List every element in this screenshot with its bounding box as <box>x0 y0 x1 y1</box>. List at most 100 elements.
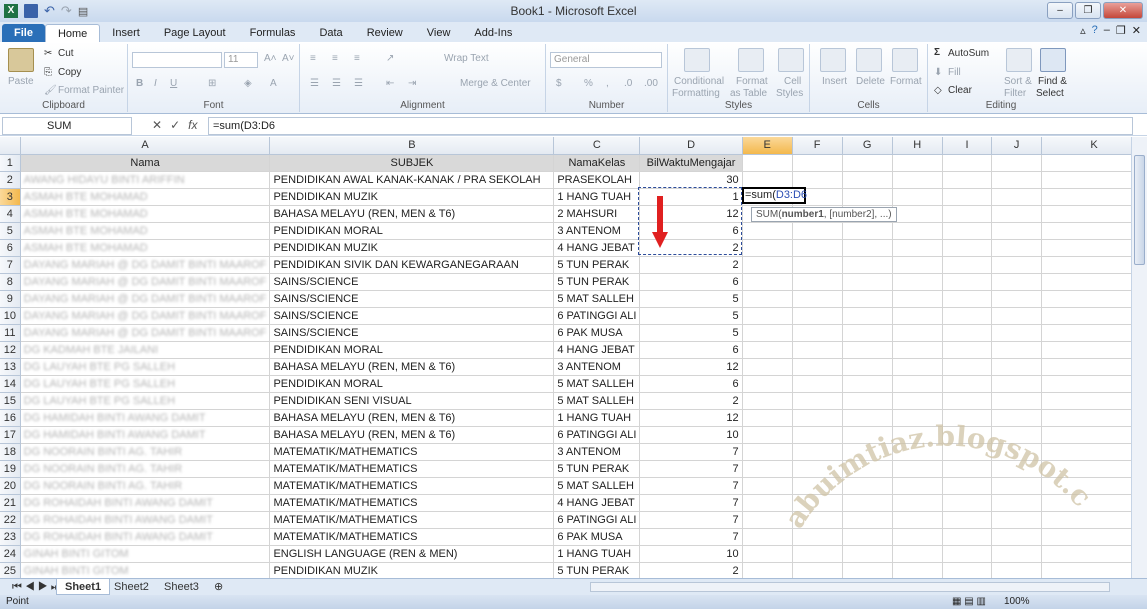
paste-icon[interactable] <box>8 48 34 72</box>
cell-empty[interactable] <box>991 154 1043 172</box>
cell-empty[interactable] <box>892 511 943 529</box>
cell-bilwaktu[interactable]: 6 <box>639 341 743 359</box>
cell-nama[interactable]: DG LAUYAH BTE PG SALLEH <box>20 358 271 376</box>
cell-empty[interactable] <box>842 460 893 478</box>
wrap-text-button[interactable]: Wrap Text <box>444 53 489 64</box>
cell-empty[interactable] <box>742 562 793 580</box>
cell-nama[interactable]: DG KADMAH BTE JAILANI <box>20 341 271 359</box>
cell-empty[interactable] <box>792 528 843 546</box>
cell-bilwaktu[interactable]: 2 <box>639 256 743 274</box>
cell-empty[interactable] <box>942 256 993 274</box>
cell-empty[interactable] <box>942 562 993 580</box>
cell-empty[interactable] <box>842 188 893 206</box>
minimize-button[interactable]: – <box>1047 2 1073 19</box>
cell-namakelas[interactable]: 4 HANG JEBAT <box>553 341 641 359</box>
cell-bilwaktu[interactable]: 7 <box>639 494 743 512</box>
cell-nama[interactable]: GINAH BINTI GITOM <box>20 545 271 563</box>
cell-subjek[interactable]: MATEMATIK/MATHEMATICS <box>269 477 555 495</box>
row-header[interactable]: 12 <box>0 341 21 359</box>
cell-empty[interactable] <box>892 154 943 172</box>
cell-empty[interactable] <box>742 256 793 274</box>
cell-subjek[interactable]: MATEMATIK/MATHEMATICS <box>269 511 555 529</box>
tab-formulas[interactable]: Formulas <box>238 24 308 42</box>
col-header-b[interactable]: B <box>269 137 555 155</box>
row-header[interactable]: 1 <box>0 154 21 172</box>
insert-sheet-icon[interactable]: ⊕ <box>206 579 231 595</box>
cell-empty[interactable] <box>942 222 993 240</box>
cell-empty[interactable] <box>742 239 793 257</box>
cell-styles-label-1[interactable]: Cell <box>784 76 801 87</box>
cell-subjek[interactable]: PENDIDIKAN MUZIK <box>269 188 555 206</box>
comma-style-icon[interactable]: , <box>606 78 609 89</box>
cell-namakelas[interactable]: 6 PATINGGI ALI <box>553 511 641 529</box>
cell-nama[interactable]: DAYANG MARIAH @ DG DAMIT BINTI MAAROF <box>20 307 271 325</box>
cell-nama[interactable]: ASMAH BTE MOHAMAD <box>20 222 271 240</box>
cell-empty[interactable] <box>792 222 843 240</box>
cell-subjek[interactable]: PENDIDIKAN MUZIK <box>269 239 555 257</box>
cell-empty[interactable] <box>792 409 843 427</box>
cell-namakelas[interactable]: 5 MAT SALLEH <box>553 477 641 495</box>
row-header[interactable]: 15 <box>0 392 21 410</box>
cell-empty[interactable] <box>792 392 843 410</box>
cell-empty[interactable] <box>942 205 993 223</box>
cell-nama[interactable]: ASMAH BTE MOHAMAD <box>20 239 271 257</box>
cell-namakelas[interactable]: 5 TUN PERAK <box>553 256 641 274</box>
find-select-label-2[interactable]: Select <box>1036 88 1064 99</box>
align-middle-icon[interactable]: ≡ <box>332 53 338 64</box>
cell-empty[interactable] <box>742 290 793 308</box>
cut-icon[interactable]: ✂ <box>44 48 52 59</box>
cell-empty[interactable] <box>842 307 893 325</box>
cell-empty[interactable] <box>942 477 993 495</box>
increase-indent-icon[interactable]: ⇥ <box>408 78 416 89</box>
row-header[interactable]: 25 <box>0 562 21 580</box>
row-header[interactable]: 11 <box>0 324 21 342</box>
cell-namakelas[interactable]: NamaKelas <box>553 154 641 172</box>
minimize-ribbon-icon[interactable]: ▵ <box>1080 24 1086 37</box>
cell-subjek[interactable]: SAINS/SCIENCE <box>269 290 555 308</box>
cell-empty[interactable] <box>991 409 1043 427</box>
sort-filter-icon[interactable] <box>1006 48 1032 72</box>
cell-subjek[interactable]: PENDIDIKAN SIVIK DAN KEWARGANEGARAAN <box>269 256 555 274</box>
cell-empty[interactable] <box>742 494 793 512</box>
cell-nama[interactable]: DG ROHAIDAH BINTI AWANG DAMIT <box>20 511 271 529</box>
cell-nama[interactable]: DG ROHAIDAH BINTI AWANG DAMIT <box>20 494 271 512</box>
cell-empty[interactable] <box>892 460 943 478</box>
cell-bilwaktu[interactable]: 7 <box>639 511 743 529</box>
cell-namakelas[interactable]: 1 HANG TUAH <box>553 545 641 563</box>
row-header[interactable]: 24 <box>0 545 21 563</box>
tab-page-layout[interactable]: Page Layout <box>152 24 238 42</box>
currency-icon[interactable]: $ <box>556 78 562 89</box>
cell-empty[interactable] <box>742 409 793 427</box>
row-header[interactable]: 23 <box>0 528 21 546</box>
cell-empty[interactable] <box>942 324 993 342</box>
cell-empty[interactable] <box>942 273 993 291</box>
cell-empty[interactable] <box>792 545 843 563</box>
row-header[interactable]: 8 <box>0 273 21 291</box>
format-as-table-icon[interactable] <box>738 48 764 72</box>
cell-subjek[interactable]: BAHASA MELAYU (REN, MEN & T6) <box>269 426 555 444</box>
cell-empty[interactable] <box>892 239 943 257</box>
cell-empty[interactable] <box>942 494 993 512</box>
cell-nama[interactable]: DG HAMIDAH BINTI AWANG DAMIT <box>20 426 271 444</box>
cell-empty[interactable] <box>742 324 793 342</box>
orientation-icon[interactable]: ↗ <box>386 53 394 64</box>
grow-font-icon[interactable]: A˄ <box>264 53 277 64</box>
cell-empty[interactable] <box>842 256 893 274</box>
cell-nama[interactable]: DG NOORAIN BINTI AG. TAHIR <box>20 460 271 478</box>
cell-empty[interactable] <box>742 307 793 325</box>
row-header[interactable]: 22 <box>0 511 21 529</box>
percent-icon[interactable]: % <box>584 78 593 89</box>
cell-empty[interactable] <box>792 341 843 359</box>
cell-empty[interactable] <box>991 171 1043 189</box>
tab-data[interactable]: Data <box>307 24 354 42</box>
insert-cells-button[interactable]: Insert <box>822 76 847 87</box>
borders-icon[interactable]: ⊞ <box>208 78 216 89</box>
cell-bilwaktu[interactable]: 2 <box>639 392 743 410</box>
cell-empty[interactable] <box>842 477 893 495</box>
cell-nama[interactable]: DG NOORAIN BINTI AG. TAHIR <box>20 477 271 495</box>
cell-empty[interactable] <box>942 307 993 325</box>
cell-bilwaktu[interactable]: 7 <box>639 460 743 478</box>
sort-filter-label-1[interactable]: Sort & <box>1004 76 1032 87</box>
cell-empty[interactable] <box>942 154 993 172</box>
cell-bilwaktu[interactable]: 7 <box>639 477 743 495</box>
